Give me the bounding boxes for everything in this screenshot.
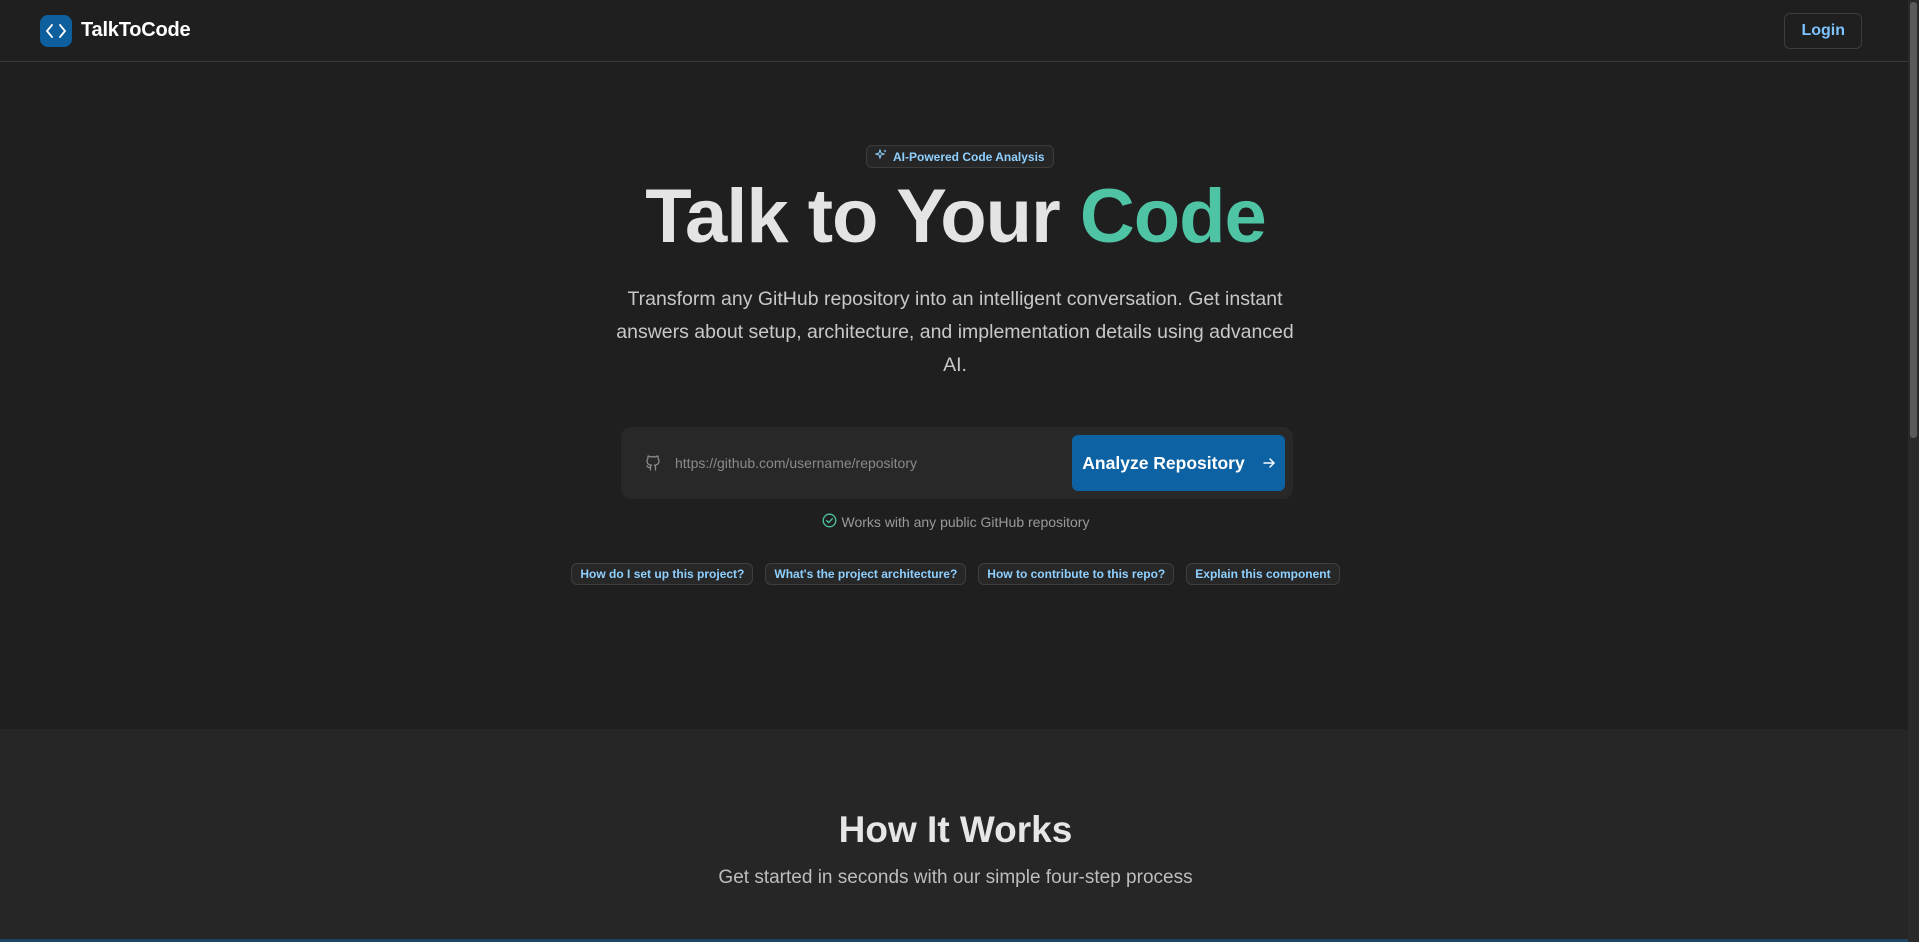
suggestion-contribute-chip[interactable]: How to contribute to this repo? — [978, 563, 1175, 585]
top-navbar: TalkToCode Login — [0, 0, 1908, 62]
github-icon — [643, 453, 663, 473]
badge-label: AI-Powered Code Analysis — [893, 149, 1045, 164]
repo-url-input[interactable] — [675, 448, 1055, 478]
login-button[interactable]: Login — [1784, 12, 1862, 49]
repo-search-box: Analyze Repository — [621, 427, 1293, 499]
hero-section: AI-Powered Code Analysis Talk to Your Co… — [0, 63, 1908, 729]
page: TalkToCode Login AI-Powered Code Analysi… — [0, 0, 1919, 942]
hero-title-accent: Code — [1079, 174, 1267, 259]
brand[interactable]: TalkToCode — [40, 14, 191, 47]
scrollbar-thumb[interactable] — [1910, 2, 1917, 438]
analyze-button-label: Analyze Repository — [1082, 452, 1245, 473]
how-it-works-title: How It Works — [838, 809, 1073, 850]
analyze-repository-button[interactable]: Analyze Repository — [1072, 435, 1285, 491]
works-note: Works with any public GitHub repository — [0, 513, 1911, 531]
check-circle-icon — [822, 513, 837, 531]
suggestion-setup-chip[interactable]: How do I set up this project? — [571, 563, 754, 585]
hero-title-main: Talk to Your — [645, 174, 1080, 259]
how-it-works-subtitle: Get started in seconds with our simple f… — [718, 867, 1193, 888]
brand-name: TalkToCode — [81, 19, 191, 41]
hero-subtitle: Transform any GitHub repository into an … — [616, 288, 1294, 376]
ai-badge: AI-Powered Code Analysis — [866, 145, 1054, 168]
suggestion-architecture-chip[interactable]: What's the project architecture? — [765, 563, 967, 585]
suggestion-component-chip[interactable]: Explain this component — [1186, 563, 1340, 585]
how-it-works-section: How It Works Get started in seconds with… — [0, 729, 1908, 942]
arrow-right-icon — [1263, 453, 1275, 474]
works-note-text: Works with any public GitHub repository — [841, 514, 1090, 530]
page-scrollbar[interactable] — [1908, 0, 1919, 942]
sparkles-icon — [874, 148, 887, 164]
hero-title: Talk to Your Code — [0, 173, 1911, 260]
suggested-questions: How do I set up this project? What's the… — [0, 563, 1911, 585]
code-brackets-icon — [40, 14, 72, 47]
